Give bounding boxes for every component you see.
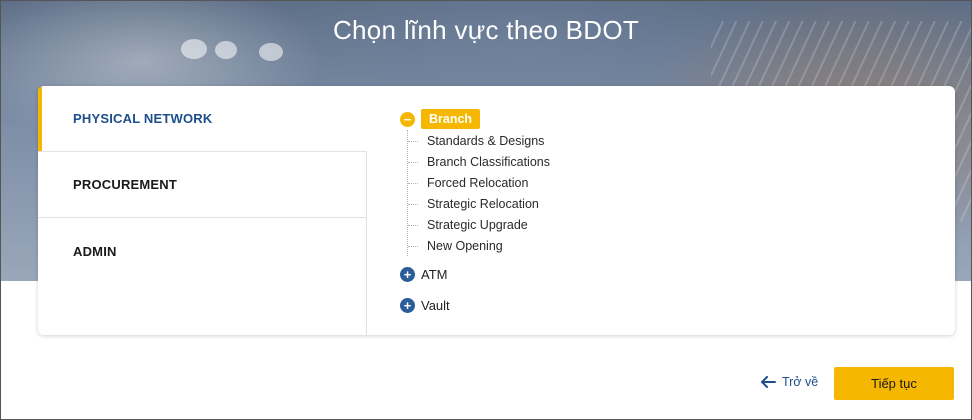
sidebar-item-procurement[interactable]: PROCUREMENT [38, 152, 367, 218]
sidebar-item-admin[interactable]: ADMIN [38, 218, 367, 284]
back-label: Trở về [782, 375, 819, 389]
sidebar-item-label: ADMIN [73, 243, 117, 259]
tree-node-label[interactable]: Vault [421, 298, 450, 313]
tree-node-vault[interactable]: + Vault [400, 298, 450, 313]
tree-children: Standards & Designs Branch Classificatio… [407, 130, 707, 256]
tree-leaf-item[interactable]: New Opening [408, 235, 707, 256]
tree-leaf-label: Standards & Designs [427, 133, 545, 148]
tree-leaf-item[interactable]: Standards & Designs [408, 130, 707, 151]
tree-node-branch[interactable]: − Branch [400, 109, 481, 129]
minus-circle-icon[interactable]: − [400, 111, 415, 127]
page-title: Chọn lĩnh vực theo BDOT [332, 15, 640, 45]
plus-circle-icon[interactable]: + [400, 298, 415, 313]
tree-leaf-label: Forced Relocation [427, 175, 529, 190]
tree-leaf-item[interactable]: Strategic Relocation [408, 193, 707, 214]
tree-leaf-item[interactable]: Strategic Upgrade [408, 214, 707, 235]
tree-leaf-label: Strategic Upgrade [427, 217, 528, 232]
sidebar-item-label: PHYSICAL NETWORK [73, 111, 213, 126]
tree-leaf-item[interactable]: Branch Classifications [408, 151, 707, 172]
tree-node-label[interactable]: Branch [421, 109, 481, 129]
sidebar-item-label: PROCUREMENT [73, 177, 178, 192]
arrow-left-icon [761, 376, 776, 388]
tree-leaf-label: Strategic Relocation [427, 196, 539, 211]
category-tree: − Branch Standards & Designs Branch Clas… [367, 86, 955, 335]
category-sidebar: PHYSICAL NETWORK PROCUREMENT ADMIN [38, 86, 367, 335]
back-link[interactable]: Trở về [761, 375, 818, 389]
tree-leaf-item[interactable]: Forced Relocation [408, 172, 707, 193]
continue-button[interactable]: Tiếp tục [834, 367, 954, 400]
plus-circle-icon[interactable]: + [400, 267, 415, 282]
tree-node-atm[interactable]: + ATM [400, 267, 447, 282]
tree-node-label[interactable]: ATM [421, 267, 447, 282]
tree-leaf-label: New Opening [427, 238, 503, 253]
tree-leaf-label: Branch Classifications [427, 154, 550, 169]
sidebar-item-physical-network[interactable]: PHYSICAL NETWORK [38, 86, 367, 152]
selection-panel: PHYSICAL NETWORK PROCUREMENT ADMIN − Bra… [38, 86, 955, 335]
